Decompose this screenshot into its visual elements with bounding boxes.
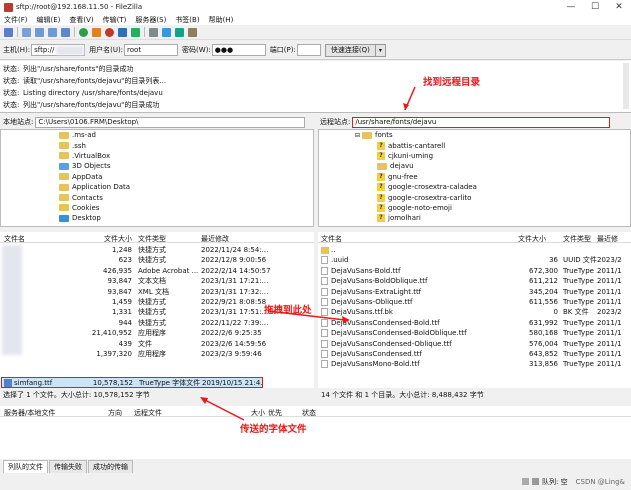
annotation-overlay [200, 86, 416, 421]
font-file-arrow [204, 399, 245, 421]
arrowhead-icon [342, 316, 350, 323]
annotation-remote-dir: 找到远程目录 [423, 77, 481, 88]
annotation-drag: 拖拽到此处 [264, 305, 312, 316]
annotation-font-file: 传送的字体文件 [240, 424, 307, 435]
